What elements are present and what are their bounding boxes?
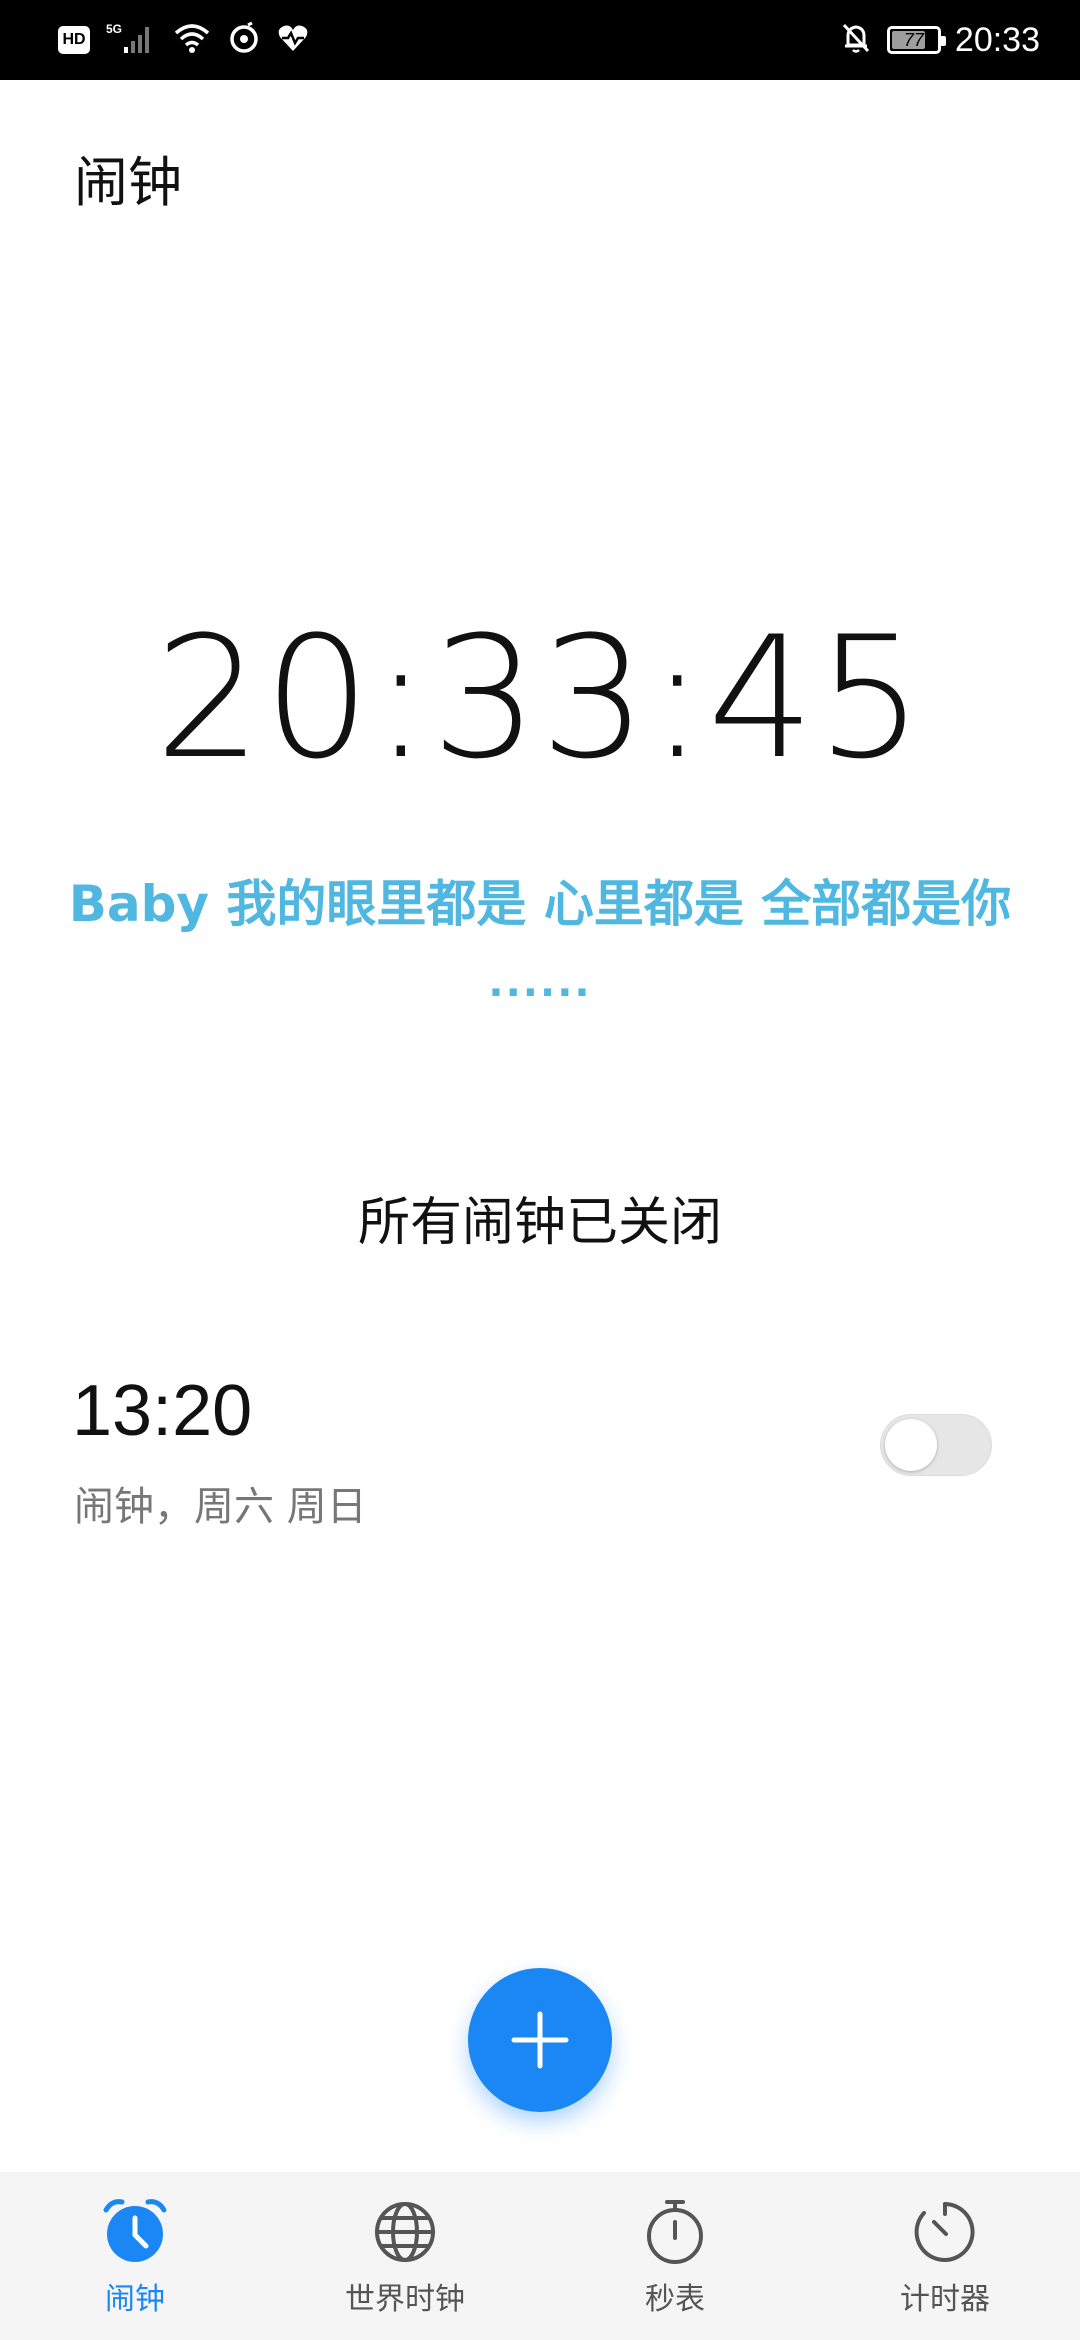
alarm-toggle[interactable] bbox=[880, 1414, 992, 1476]
tab-stopwatch[interactable]: 秒表 bbox=[540, 2172, 810, 2340]
tab-world-clock[interactable]: 世界时钟 bbox=[270, 2172, 540, 2340]
timer-icon bbox=[914, 2202, 975, 2262]
status-bar-left: HD 5G bbox=[58, 18, 310, 62]
tab-alarm[interactable]: 闹钟 bbox=[0, 2172, 270, 2340]
signal-5g-icon: 5G bbox=[106, 21, 156, 59]
globe-icon bbox=[375, 2202, 435, 2262]
add-alarm-button[interactable] bbox=[468, 1968, 612, 2112]
current-time-display: 20:33:45 bbox=[154, 600, 926, 796]
netease-music-icon bbox=[228, 21, 260, 59]
status-time: 20:33 bbox=[954, 20, 1040, 59]
tab-timer[interactable]: 计时器 bbox=[810, 2172, 1080, 2340]
stopwatch-icon bbox=[647, 2200, 703, 2264]
bottom-nav: 闹钟 世界时钟 秒表 计时器 bbox=[0, 2172, 1080, 2340]
bell-off-icon bbox=[839, 21, 873, 59]
svg-text:5G: 5G bbox=[106, 22, 122, 36]
alarm-clock-icon bbox=[103, 2199, 167, 2262]
plus-icon bbox=[511, 2011, 569, 2069]
tab-label: 计时器 bbox=[900, 2282, 990, 2317]
alarm-time: 13:20 bbox=[72, 1371, 253, 1451]
battery-icon: 77 bbox=[886, 26, 946, 54]
wifi-icon bbox=[172, 21, 212, 59]
page-title: 闹钟 bbox=[74, 151, 182, 214]
tab-label: 秒表 bbox=[645, 2282, 705, 2317]
alarms-status-text: 所有闹钟已关闭 bbox=[357, 1193, 722, 1253]
alarm-subtitle: 闹钟，周六 周日 bbox=[74, 1484, 367, 1530]
lyric-line: Baby 我的眼里都是 心里都是 全部都是你 bbox=[68, 875, 1012, 933]
alarm-list-item[interactable]: 13:20 闹钟，周六 周日 bbox=[0, 1370, 1080, 1540]
lyric-dots: ...... bbox=[488, 960, 592, 1006]
toggle-knob bbox=[885, 1419, 937, 1471]
status-bar-right: 77 20:33 bbox=[839, 18, 1040, 62]
tab-label: 世界时钟 bbox=[345, 2282, 465, 2317]
status-bar: HD 5G 77 20:33 bbox=[0, 0, 1080, 80]
battery-level: 77 bbox=[903, 29, 924, 50]
heart-health-icon bbox=[276, 21, 310, 59]
tab-label: 闹钟 bbox=[105, 2282, 165, 2317]
hd-icon: HD bbox=[58, 26, 90, 54]
